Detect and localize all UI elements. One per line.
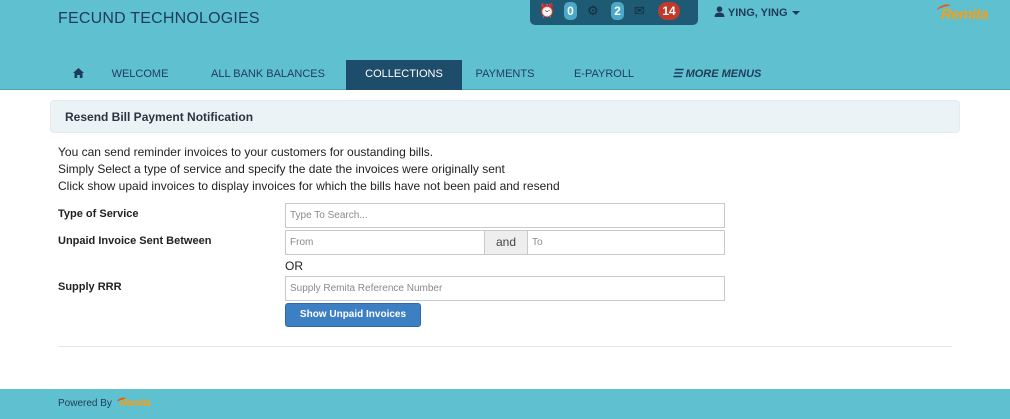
chevron-down-icon	[791, 11, 800, 16]
show-unpaid-invoices-button[interactable]: Show Unpaid Invoices	[285, 303, 421, 327]
service-search-input[interactable]	[285, 203, 725, 228]
nav-collections[interactable]: COLLECTIONS	[346, 60, 462, 90]
nav-all-bank-balances[interactable]: ALL BANK BALANCES	[198, 60, 338, 89]
nav-e-payroll[interactable]: E-PAYROLL	[565, 60, 643, 89]
remita-logo: Remita	[936, 2, 989, 23]
nav-more-menus[interactable]: ☰ MORE MENUS	[672, 60, 762, 89]
clock-count-badge[interactable]: 0	[564, 2, 577, 20]
gear-count-badge[interactable]: 2	[611, 2, 624, 20]
intro-line-3: Click show upaid invoices to display inv…	[58, 179, 560, 193]
user-icon	[714, 6, 725, 17]
home-icon	[72, 68, 84, 78]
and-addon: and	[485, 230, 527, 255]
rrr-label: Supply RRR	[58, 281, 122, 293]
nav-payments[interactable]: PAYMENTS	[470, 60, 540, 89]
notification-panel: ⏰ 0 ⚙ 2 ✉ 14	[530, 0, 698, 25]
rrr-input[interactable]	[285, 276, 725, 301]
nav-home[interactable]	[60, 60, 96, 89]
or-separator: OR	[285, 259, 303, 273]
brand-name: FECUND TECHNOLOGIES	[58, 10, 260, 27]
clock-icon[interactable]: ⏰	[539, 3, 555, 19]
footer: Powered By Remita	[0, 389, 1010, 419]
divider	[58, 346, 952, 347]
page-title: Resend Bill Payment Notification	[65, 110, 254, 124]
from-date-input[interactable]	[285, 230, 485, 255]
nav-welcome[interactable]: WELCOME	[100, 60, 180, 89]
footer-remita-logo: Remita	[116, 396, 151, 409]
envelope-count-badge[interactable]: 14	[658, 2, 680, 20]
service-label: Type of Service	[58, 208, 139, 220]
gear-icon[interactable]: ⚙	[587, 3, 599, 19]
panel-heading: Resend Bill Payment Notification	[50, 100, 960, 133]
date-range-label: Unpaid Invoice Sent Between	[58, 235, 212, 247]
user-menu[interactable]: YING, YING	[714, 6, 800, 19]
powered-by-label: Powered By	[58, 398, 112, 409]
top-header: FECUND TECHNOLOGIES ⏰ 0 ⚙ 2 ✉ 14 YING, Y…	[0, 0, 1010, 90]
intro-line-2: Simply Select a type of service and spec…	[58, 162, 505, 176]
user-name: YING, YING	[727, 7, 788, 19]
to-date-input[interactable]	[527, 230, 725, 255]
envelope-icon[interactable]: ✉	[634, 3, 645, 19]
hamburger-icon: ☰	[672, 68, 683, 80]
intro-line-1: You can send reminder invoices to your c…	[58, 145, 434, 159]
